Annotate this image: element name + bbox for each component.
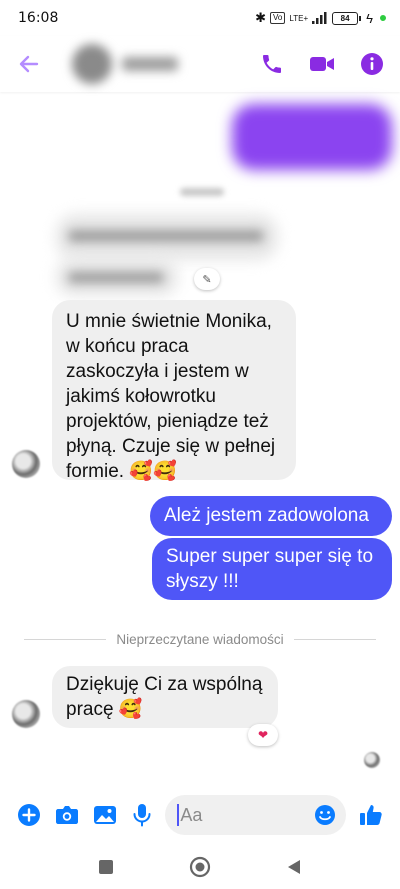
sender-avatar[interactable] (12, 450, 40, 478)
incoming-message-text: U mnie świetnie Monika, w końcu praca za… (66, 311, 276, 482)
battery-level: 84 (340, 13, 350, 23)
phone-icon (263, 55, 281, 73)
message-input-wrapper (165, 795, 347, 835)
status-time: 16:08 (18, 10, 59, 26)
circle-home-icon (189, 856, 211, 878)
sender-avatar[interactable] (12, 700, 40, 728)
blurred-reaction[interactable]: ✎ (194, 268, 220, 290)
message-composer (0, 790, 400, 840)
contact-avatar (72, 44, 112, 84)
incoming-message[interactable]: U mnie świetnie Monika, w końcu praca za… (52, 300, 296, 482)
info-icon (361, 53, 383, 75)
square-icon (99, 860, 113, 874)
system-navigation-bar (0, 845, 400, 889)
emoji-button[interactable] (312, 802, 338, 828)
triangle-back-icon (288, 860, 300, 874)
charging-icon: ϟ (366, 10, 373, 26)
blurred-incoming-message-2-text (68, 272, 164, 283)
camera-icon (55, 806, 78, 824)
contact-info-blurred[interactable] (72, 44, 178, 84)
image-icon (93, 806, 116, 824)
blurred-outgoing-message (232, 104, 392, 170)
home-button[interactable] (188, 855, 212, 879)
thumbs-up-icon (360, 805, 382, 825)
divider-line-left (24, 639, 107, 640)
bluetooth-icon: ✱ (255, 10, 267, 25)
blurred-timestamp (180, 188, 224, 196)
outgoing-message-text-1: Ależ jestem zadowolona (164, 505, 369, 526)
battery-icon: 84 (332, 11, 362, 25)
status-bar: 16:08 ✱ Vo LTE+ 84 ϟ (0, 0, 400, 36)
video-camera-icon (310, 57, 334, 71)
gallery-button[interactable] (86, 795, 124, 835)
volte-icon: Vo (270, 12, 286, 24)
incoming-message-text-last: Dziękuję Ci za wspólną pracę 🥰 (66, 674, 263, 720)
network-label: LTE+ (289, 13, 309, 23)
outgoing-message-text-2: Super super super się to słyszy !!! (166, 546, 374, 592)
unread-divider: Nieprzeczytane wiadomości (24, 632, 377, 647)
message-thread[interactable]: ✎ U mnie świetnie Monika, w końcu praca … (0, 92, 400, 782)
read-receipt-avatar (364, 752, 380, 768)
chat-header (0, 36, 400, 92)
text-cursor (177, 804, 180, 826)
privacy-dot-icon (380, 15, 386, 21)
add-button[interactable] (10, 795, 48, 835)
voice-message-button[interactable] (124, 795, 162, 835)
divider-line-right (293, 639, 377, 640)
plus-circle-icon (17, 804, 40, 826)
info-button[interactable] (358, 50, 386, 78)
incoming-message[interactable]: Dziękuję Ci za wspólną pracę 🥰 (52, 666, 278, 728)
unread-divider-label: Nieprzeczytane wiadomości (116, 632, 284, 647)
back-button[interactable] (14, 49, 44, 79)
video-call-button[interactable] (308, 50, 336, 78)
signal-icon (312, 12, 327, 24)
like-button[interactable] (352, 795, 390, 835)
status-icons: ✱ Vo LTE+ 84 ϟ (255, 10, 386, 26)
heart-reaction[interactable]: ❤ (248, 724, 278, 746)
smiley-icon (315, 805, 336, 825)
voice-call-button[interactable] (258, 50, 286, 78)
back-nav-button[interactable] (282, 855, 306, 879)
contact-name-blurred (122, 57, 178, 71)
header-actions (258, 50, 386, 78)
outgoing-message[interactable]: Ależ jestem zadowolona (150, 496, 392, 536)
microphone-icon (133, 804, 151, 827)
blurred-incoming-message-1-text (68, 230, 264, 242)
outgoing-message[interactable]: Super super super się to słyszy !!! (152, 538, 392, 600)
recent-apps-button[interactable] (94, 855, 118, 879)
camera-button[interactable] (48, 795, 86, 835)
message-input[interactable] (180, 804, 311, 826)
heart-icon: ❤ (257, 728, 269, 742)
back-arrow-icon (19, 55, 39, 73)
